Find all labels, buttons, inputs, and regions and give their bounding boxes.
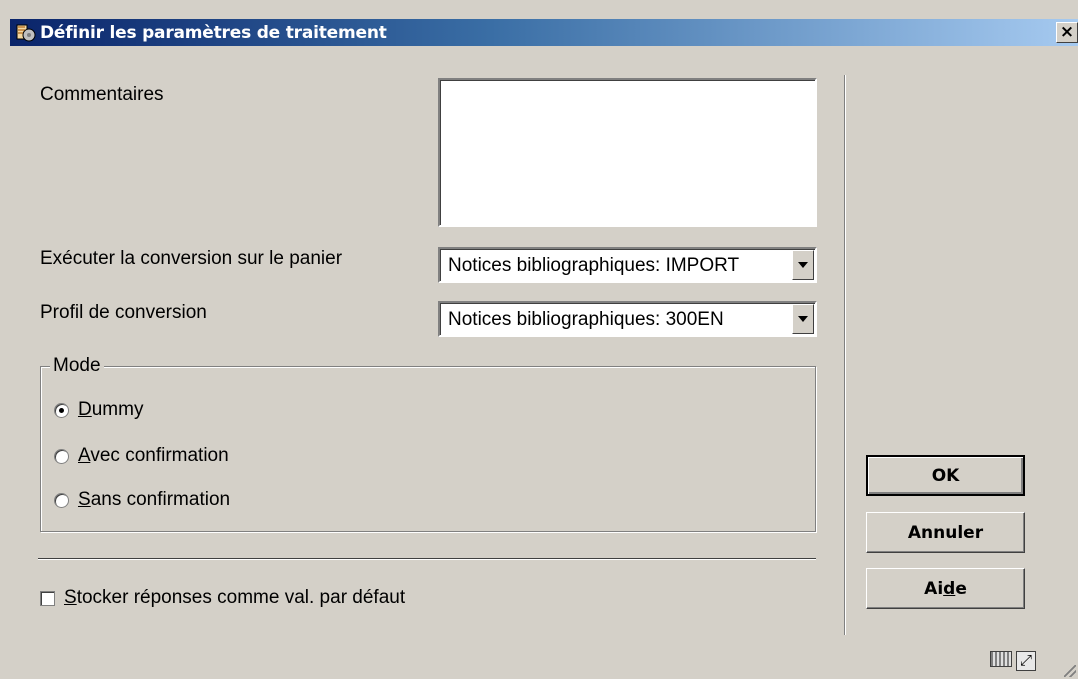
mode-legend: Mode bbox=[50, 355, 104, 377]
radio-sans-indicator[interactable] bbox=[54, 492, 69, 508]
profil-label: Profil de conversion bbox=[40, 302, 207, 323]
help-button[interactable]: Ai d e bbox=[866, 568, 1025, 609]
maximize-icon[interactable]: ⤢ bbox=[1016, 651, 1036, 671]
ok-button[interactable]: OK bbox=[866, 455, 1025, 496]
app-dialog-icon bbox=[15, 22, 37, 44]
store-defaults-checkbox[interactable]: Stocker réponses comme val. par défaut bbox=[40, 587, 405, 609]
resize-grip-icon[interactable] bbox=[1064, 665, 1076, 677]
window-top-strip bbox=[0, 0, 1078, 19]
profil-select-value: Notices bibliographiques: 300EN bbox=[448, 309, 724, 330]
chevron-down-icon[interactable] bbox=[792, 304, 814, 334]
window-title: Définir les paramètres de traitement bbox=[40, 22, 387, 43]
vertical-separator bbox=[844, 75, 846, 635]
radio-avec-label: Avec confirmation bbox=[78, 445, 229, 466]
keyboard-icon[interactable] bbox=[990, 651, 1012, 667]
horizontal-separator bbox=[38, 558, 816, 560]
close-icon: × bbox=[1059, 22, 1075, 42]
profil-select[interactable]: Notices bibliographiques: 300EN bbox=[438, 301, 817, 337]
radio-dummy-indicator[interactable] bbox=[54, 402, 69, 418]
status-icons: ⤢ bbox=[990, 651, 1036, 671]
commentaires-textarea[interactable] bbox=[438, 78, 817, 227]
cancel-button[interactable]: Annuler bbox=[866, 512, 1025, 553]
store-defaults-box[interactable] bbox=[40, 590, 55, 606]
title-bar[interactable]: Définir les paramètres de traitement × bbox=[10, 19, 1078, 46]
radio-avec-confirmation[interactable]: Avec confirmation bbox=[54, 445, 229, 467]
radio-avec-indicator[interactable] bbox=[54, 448, 69, 464]
chevron-down-icon[interactable] bbox=[792, 250, 814, 280]
radio-dummy[interactable]: Dummy bbox=[54, 399, 143, 421]
commentaires-label: Commentaires bbox=[40, 84, 164, 105]
radio-sans-label: Sans confirmation bbox=[78, 489, 231, 510]
dialog-window: Définir les paramètres de traitement × C… bbox=[0, 0, 1078, 679]
store-defaults-label: Stocker réponses comme val. par défaut bbox=[64, 587, 406, 608]
radio-sans-confirmation[interactable]: Sans confirmation bbox=[54, 489, 230, 511]
close-button[interactable]: × bbox=[1056, 22, 1078, 43]
executer-select[interactable]: Notices bibliographiques: IMPORT bbox=[438, 247, 817, 283]
radio-dummy-label: Dummy bbox=[78, 399, 144, 420]
executer-select-value: Notices bibliographiques: IMPORT bbox=[448, 255, 740, 276]
executer-label: Exécuter la conversion sur le panier bbox=[40, 248, 343, 269]
